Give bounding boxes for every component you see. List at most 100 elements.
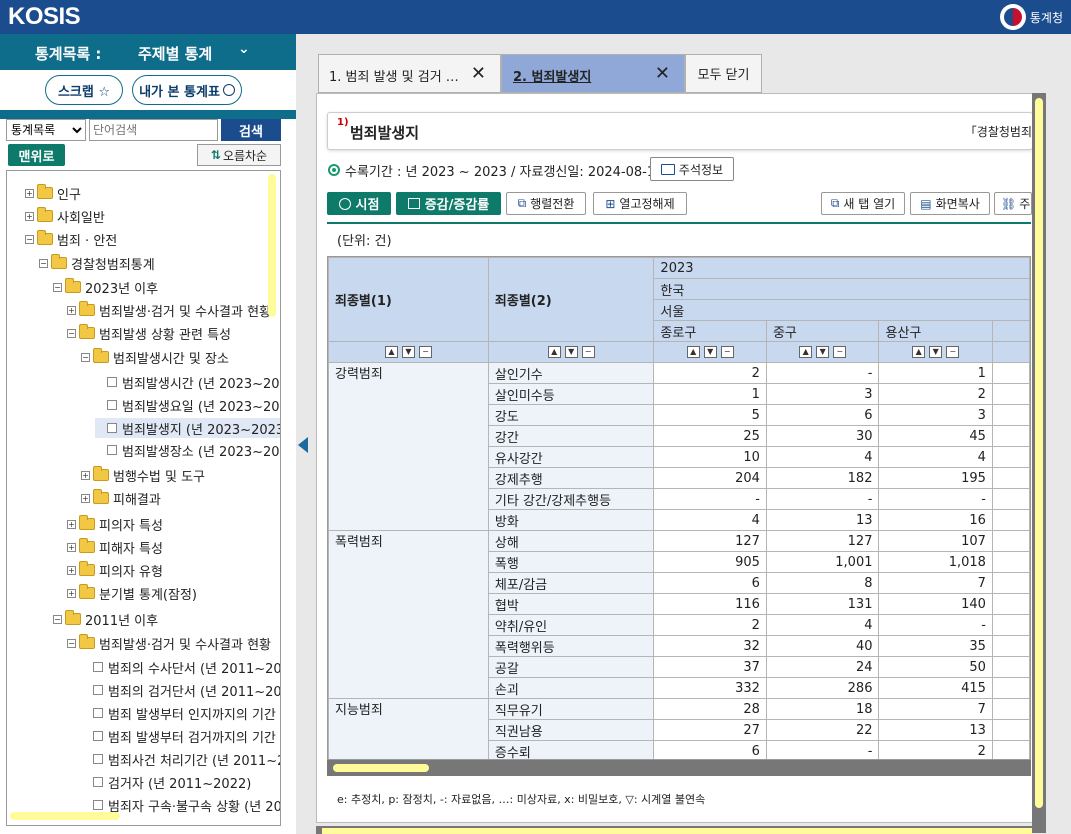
chevron-down-icon[interactable]: ⌄ (238, 41, 250, 57)
collapse-icon[interactable]: − (833, 346, 847, 358)
search-input[interactable] (89, 119, 218, 141)
tree-node[interactable]: + 사회일반 (25, 206, 105, 226)
collapse-icon[interactable]: − (67, 328, 76, 338)
tree-node[interactable]: − 범죄발생 상황 관련 특성 (67, 323, 231, 343)
tree-node[interactable]: − 범죄발생시간 및 장소 (81, 347, 229, 367)
expand-icon[interactable]: + (25, 188, 34, 198)
chevron-up-icon[interactable]: ▲ (384, 346, 398, 358)
expand-icon[interactable]: + (81, 470, 90, 480)
tree-node[interactable]: 범죄발생요일 (년 2023~2023) (95, 395, 280, 415)
screen-copy-button[interactable]: ▤ 화면복사 (910, 192, 990, 215)
tree-node[interactable]: − 2011년 이후 (53, 609, 158, 629)
tree-node[interactable]: 범죄 발생부터 인지까지의 기간 (81, 703, 276, 723)
search-button[interactable]: 검색 (221, 119, 281, 141)
collapse-icon[interactable]: − (53, 282, 62, 292)
tab-crime-occurrence-arrest[interactable]: 1. 범죄 발생 및 검거 … ✕ (318, 54, 501, 93)
tree-node[interactable]: 범죄의 검거단서 (년 2011~2022) (81, 680, 280, 700)
chevron-down-icon[interactable]: ▼ (703, 346, 717, 358)
tree-node[interactable]: + 피의자 유형 (67, 560, 163, 580)
value-cell: 3 (765, 383, 880, 405)
change-rate-button[interactable]: 증감/증감률 (396, 192, 501, 215)
pane-vertical-scrollbar[interactable] (1035, 98, 1043, 808)
tree-vertical-scrollbar[interactable] (268, 174, 276, 317)
tree-node[interactable]: 범죄 발생부터 검거까지의 기간 (81, 726, 276, 746)
collapse-icon[interactable]: − (25, 234, 34, 244)
close-all-tabs-button[interactable]: 모두 닫기 (685, 54, 762, 93)
collapse-icon[interactable]: − (946, 346, 960, 358)
collapse-icon[interactable]: − (720, 346, 734, 358)
sort-button[interactable]: ⇅ 오름차순 (197, 144, 281, 166)
tree-node[interactable]: 검거자 (년 2011~2022) (81, 772, 251, 792)
unfreeze-columns-button[interactable]: ⊞ 열고정해제 (593, 192, 687, 215)
url-button[interactable]: ⛓ 주 (994, 192, 1032, 215)
tree-node[interactable]: 범죄발생지 (년 2023~2023) (95, 418, 280, 438)
chevron-down-icon[interactable]: ▼ (401, 346, 415, 358)
title-footnote-marker[interactable]: 1) (337, 117, 349, 128)
expand-icon[interactable]: + (67, 565, 76, 575)
tree-horizontal-scrollbar[interactable] (10, 812, 120, 820)
row-header-1[interactable]: 죄종별(1) (328, 257, 489, 342)
tree-node[interactable]: − 범죄 · 안전 (25, 229, 117, 249)
collapse-panel-icon[interactable] (298, 437, 308, 453)
tree-node[interactable]: + 인구 (25, 183, 81, 203)
expand-icon[interactable]: + (67, 519, 76, 529)
panel-splitter[interactable] (296, 34, 316, 834)
collapse-icon[interactable]: − (81, 352, 90, 362)
expand-icon[interactable]: + (67, 542, 76, 552)
kosis-logo[interactable]: KOSIS (8, 3, 81, 31)
chevron-up-icon[interactable]: ▲ (547, 346, 561, 358)
expand-icon[interactable]: + (67, 588, 76, 598)
emblem-icon (999, 4, 1026, 30)
expand-icon[interactable]: + (81, 493, 90, 503)
open-new-tab-button[interactable]: ⧉ 새 탭 열기 (821, 192, 905, 215)
tree-node[interactable]: 범죄발생장소 (년 2023~2023) (95, 440, 280, 460)
tree-node[interactable]: + 범행수법 및 도구 (81, 465, 205, 485)
category-bar[interactable]: 통계목록 : 주제별 통계 ⌄ (0, 34, 296, 70)
chevron-up-icon[interactable]: ▲ (912, 346, 926, 358)
tree-node[interactable]: − 범죄발생·검거 및 수사결과 현황 (67, 633, 271, 653)
pane-horizontal-scrollbar[interactable] (322, 828, 1032, 834)
tree-node[interactable]: 범죄사건 처리기간 (년 2011~2022) (81, 749, 280, 769)
tree-node[interactable]: + 피해자 특성 (67, 537, 163, 557)
chevron-down-icon[interactable]: ▼ (564, 346, 578, 358)
close-icon[interactable]: ✕ (471, 63, 486, 84)
chevron-up-icon[interactable]: ▲ (686, 346, 700, 358)
tree-node[interactable]: 범죄발생시간 (년 2023~2023) (95, 372, 280, 392)
collapse-icon[interactable]: − (53, 614, 62, 624)
tree-node[interactable]: + 피의자 특성 (67, 514, 163, 534)
chevron-up-icon[interactable]: ▲ (799, 346, 813, 358)
tree-node[interactable]: + 피해결과 (81, 488, 161, 508)
time-button[interactable]: 시점 (327, 192, 391, 215)
collapse-icon[interactable]: − (39, 258, 48, 268)
expand-icon[interactable]: + (25, 211, 34, 221)
collapse-icon[interactable]: − (581, 346, 595, 358)
tree-node[interactable]: 범죄의 수사단서 (년 2011~2022) (81, 657, 280, 677)
chevron-down-icon[interactable]: ▼ (816, 346, 830, 358)
scrap-button[interactable]: 스크랩 ☆ (45, 75, 123, 105)
search-scope-select[interactable]: 통계목록 (6, 119, 86, 141)
collapse-icon[interactable]: − (67, 638, 76, 648)
tree-node[interactable]: + 분기별 통계(잠정) (67, 583, 197, 603)
tab-crime-location[interactable]: 2. 범죄발생지 ✕ (501, 54, 685, 93)
close-icon[interactable]: ✕ (655, 63, 670, 84)
expand-icon[interactable]: + (67, 305, 76, 315)
chevron-down-icon[interactable]: ▼ (929, 346, 943, 358)
agency-name: 통계청 (1029, 10, 1063, 25)
row-header-2[interactable]: 죄종별(2) (487, 257, 655, 342)
go-top-button[interactable]: 맨위로 (8, 144, 65, 166)
category-value[interactable]: 주제별 통계 (138, 43, 212, 64)
pivot-button[interactable]: ⧉ 행렬전환 (506, 192, 586, 215)
value-cell: 24 (765, 656, 880, 678)
note-info-button[interactable]: 주석정보 (650, 157, 734, 181)
viewed-tables-button[interactable]: 내가 본 통계표 (132, 75, 242, 105)
collapse-icon[interactable]: − (418, 346, 432, 358)
table-source: 「경찰청범죄 (964, 125, 1032, 139)
subcategory-cell: 강간 (487, 425, 655, 447)
agency-logo[interactable]: 통계청 (999, 2, 1063, 32)
value-cell: 415 (878, 677, 993, 699)
subcategory-cell: 공갈 (487, 656, 655, 678)
table-horizontal-scrollbar[interactable] (333, 764, 429, 772)
tree-node[interactable]: + 범죄발생·검거 및 수사결과 현황 (67, 300, 271, 320)
tree-node[interactable]: − 경찰청범죄통계 (39, 253, 155, 273)
tree-node[interactable]: − 2023년 이후 (53, 277, 158, 297)
